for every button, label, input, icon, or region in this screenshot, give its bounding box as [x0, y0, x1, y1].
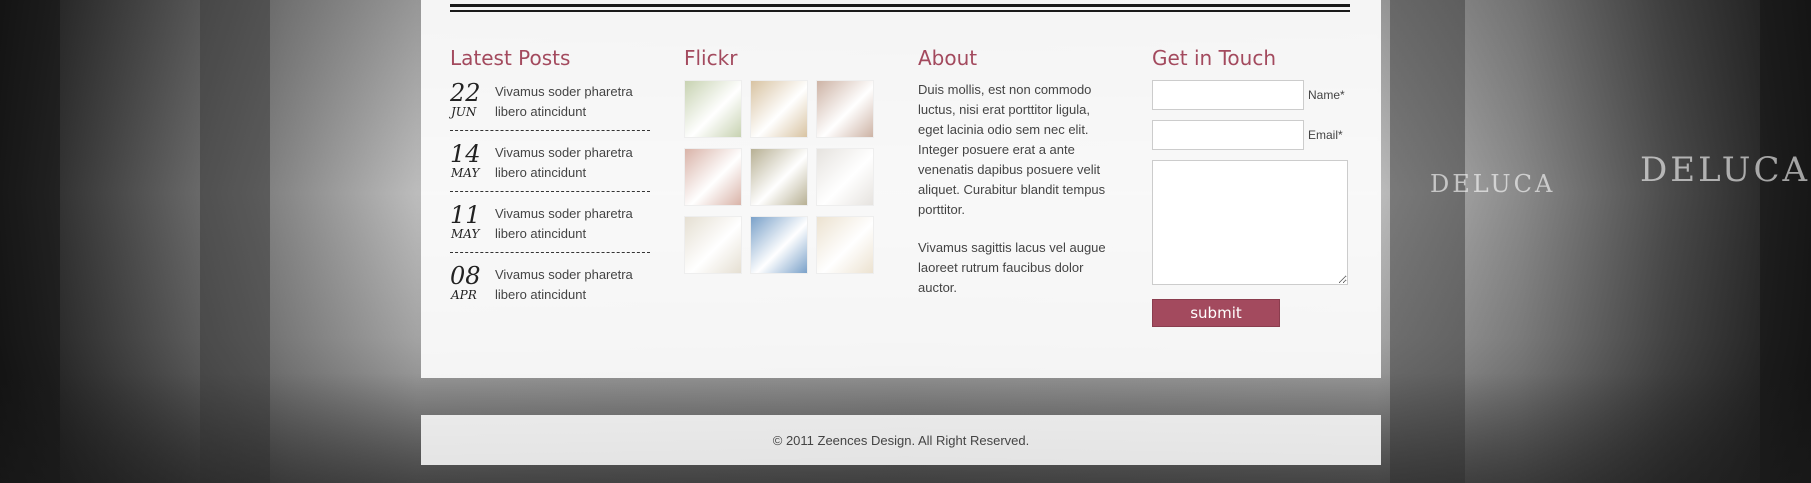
post-item[interactable]: 08 APR Vivamus soder pharetra libero ati…	[450, 263, 650, 313]
flickr-photo[interactable]	[750, 80, 808, 138]
post-day: 22	[450, 79, 481, 107]
flickr-photo[interactable]	[684, 148, 742, 206]
post-item[interactable]: 14 MAY Vivamus soder pharetra libero ati…	[450, 141, 650, 192]
about-heading: About	[918, 46, 978, 70]
post-month: APR	[451, 288, 477, 302]
name-row: Name*	[1152, 80, 1352, 110]
flickr-photo[interactable]	[816, 216, 874, 274]
latest-posts-section: Latest Posts 22 JUN Vivamus soder pharet…	[450, 46, 650, 323]
message-field[interactable]	[1152, 160, 1348, 285]
post-day: 14	[450, 140, 481, 168]
post-day: 11	[450, 201, 481, 229]
flickr-gallery	[684, 80, 884, 274]
about-paragraph: Vivamus sagittis lacus vel augue laoreet…	[918, 240, 1106, 295]
storefront-sign-small: DELUCA	[1430, 170, 1556, 198]
about-section: About Duis mollis, est non commodo luctu…	[918, 46, 1118, 316]
post-link[interactable]: Vivamus soder pharetra libero atincidunt	[495, 143, 655, 183]
about-paragraph: Duis mollis, est non commodo luctus, nis…	[918, 82, 1106, 217]
copyright-text: © 2011 Zeences Design. All Right Reserve…	[772, 432, 1030, 448]
flickr-photo[interactable]	[816, 80, 874, 138]
name-label: Name*	[1308, 88, 1345, 102]
email-row: Email*	[1152, 120, 1352, 150]
post-link[interactable]: Vivamus soder pharetra libero atincidunt	[495, 204, 655, 244]
flickr-heading: Flickr	[684, 46, 738, 70]
contact-section: Get in Touch Name* Email* submit	[1152, 46, 1352, 327]
divider-line	[450, 4, 1350, 7]
email-field[interactable]	[1152, 120, 1304, 150]
flickr-photo[interactable]	[750, 148, 808, 206]
post-item[interactable]: 11 MAY Vivamus soder pharetra libero ati…	[450, 202, 650, 253]
submit-button[interactable]: submit	[1152, 299, 1280, 327]
flickr-photo[interactable]	[816, 148, 874, 206]
flickr-photo[interactable]	[684, 216, 742, 274]
post-month: MAY	[451, 166, 480, 180]
post-link[interactable]: Vivamus soder pharetra libero atincidunt	[495, 82, 655, 122]
name-field[interactable]	[1152, 80, 1304, 110]
storefront-sign: DELUCA	[1640, 150, 1811, 190]
post-link[interactable]: Vivamus soder pharetra libero atincidunt	[495, 265, 655, 305]
post-month: MAY	[451, 227, 480, 241]
post-item[interactable]: 22 JUN Vivamus soder pharetra libero ati…	[450, 80, 650, 131]
contact-heading: Get in Touch	[1152, 46, 1276, 70]
divider-line	[450, 10, 1350, 12]
footer: © 2011 Zeences Design. All Right Reserve…	[421, 415, 1381, 465]
email-label: Email*	[1308, 128, 1343, 142]
post-day: 08	[450, 262, 481, 290]
post-month: JUN	[451, 105, 477, 119]
latest-posts-heading: Latest Posts	[450, 46, 571, 70]
flickr-section: Flickr	[684, 46, 884, 274]
flickr-photo[interactable]	[684, 80, 742, 138]
flickr-photo[interactable]	[750, 216, 808, 274]
